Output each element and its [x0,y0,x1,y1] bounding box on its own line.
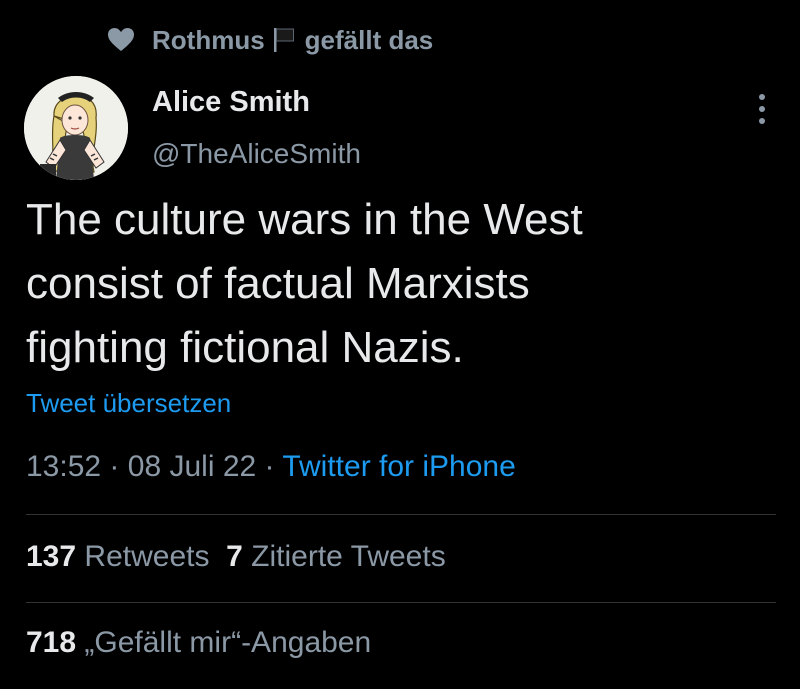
tweet-text-line: consist of factual Marxists [26,259,530,308]
heart-icon [108,28,134,52]
meta-separator: · [264,450,275,483]
retweets-link[interactable]: 137 Retweets [26,540,209,573]
tweet-text: The culture wars in the West consist of … [26,188,726,380]
quote-tweets-label: Zitierte Tweets [251,540,446,573]
likes-label: „Gefällt mir“-Angaben [84,626,372,659]
retweets-label: Retweets [84,540,210,573]
retweets-count: 137 [26,540,77,573]
divider [26,514,776,515]
social-context[interactable]: Rothmus gefällt das [108,22,433,58]
author-name[interactable]: Alice Smith [152,86,310,119]
likes-count: 718 [26,626,77,659]
tweet-text-line: fighting fictional Nazis. [26,323,464,372]
tweet-date[interactable]: 08 Juli 22 [128,450,256,483]
retweet-stats-row: 137 Retweets 7 Zitierte Tweets [26,540,446,574]
quote-tweets-link[interactable]: 7 Zitierte Tweets [226,540,446,573]
black-flag-icon [273,27,295,53]
tweet-meta: 13:52 · 08 Juli 22 · Twitter for iPhone [26,450,516,484]
more-options-icon[interactable] [750,92,774,126]
liker-name[interactable]: Rothmus [152,25,265,56]
quote-tweets-count: 7 [226,540,243,573]
meta-separator: · [109,450,120,483]
likes-link[interactable]: 718 „Gefällt mir“-Angaben [26,626,371,659]
tweet-text-line: The culture wars in the West [26,195,583,244]
divider [26,602,776,603]
tweet-source-link[interactable]: Twitter for iPhone [282,450,515,483]
liked-action-text: gefällt das [304,24,434,55]
likes-stats-row: 718 „Gefällt mir“-Angaben [26,626,371,660]
translate-tweet-link[interactable]: Tweet übersetzen [26,388,231,419]
tweet-time[interactable]: 13:52 [26,450,101,483]
avatar[interactable] [24,76,128,180]
author-handle[interactable]: @TheAliceSmith [152,138,361,170]
